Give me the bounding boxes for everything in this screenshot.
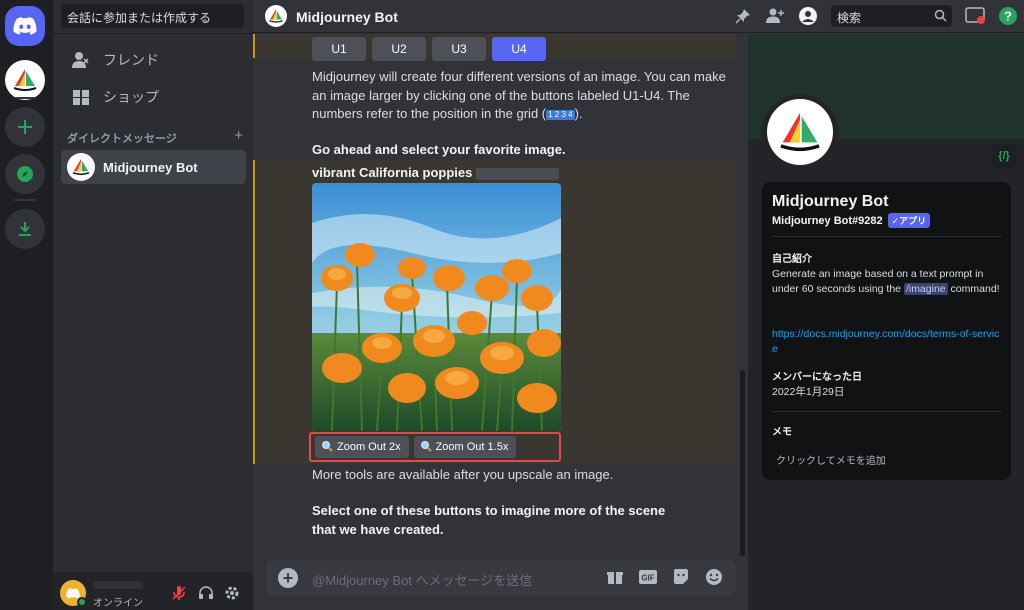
download-apps-button[interactable] xyxy=(5,209,45,249)
magnifier-icon xyxy=(420,440,432,455)
discord-logo-icon xyxy=(66,587,80,599)
about-me-text: Generate an image based on a text prompt… xyxy=(772,268,1000,295)
inbox-icon[interactable] xyxy=(965,6,985,26)
sailboat-icon xyxy=(72,158,90,176)
upscale-u2-button[interactable]: U2 xyxy=(372,37,426,61)
find-conversation-input[interactable]: 会話に参加または作成する xyxy=(61,4,244,28)
user-panel: オンライン xyxy=(53,572,253,610)
channel-title: Midjourney Bot xyxy=(296,9,398,25)
message-text-bold: Go ahead and select your favorite image. xyxy=(312,142,566,157)
upscale-u1-button[interactable]: U1 xyxy=(312,37,366,61)
mute-icon[interactable] xyxy=(170,584,188,602)
composer-input[interactable]: @Midjourney Bot へメッセージを送信 xyxy=(312,570,532,589)
profile-tag: Midjourney Bot#9282 xyxy=(772,214,883,227)
server-rail xyxy=(0,0,53,610)
message-composer[interactable]: + @Midjourney Bot へメッセージを送信 GIF xyxy=(266,560,736,595)
zoom-out-button-row: Zoom Out 2x Zoom Out 1.5x xyxy=(309,432,561,462)
nav-shop-label: ショップ xyxy=(103,89,159,105)
profile-avatar[interactable] xyxy=(762,94,838,170)
note-label: メモ xyxy=(772,427,792,438)
svg-text:GIF: GIF xyxy=(641,574,654,583)
user-profile-toggle-icon[interactable] xyxy=(798,6,818,26)
friends-icon xyxy=(69,48,93,72)
upscale-u4-button[interactable]: U4 xyxy=(492,37,546,61)
profile-name: Midjourney Bot xyxy=(772,193,889,210)
add-server-button[interactable] xyxy=(5,107,45,147)
nav-friends-label: フレンド xyxy=(103,52,159,68)
explore-servers-button[interactable] xyxy=(5,154,45,194)
rail-divider xyxy=(14,97,36,99)
nav-friends[interactable]: フレンド xyxy=(61,43,245,77)
magnifier-icon xyxy=(321,440,333,455)
zoom-out-1-5x-button[interactable]: Zoom Out 1.5x xyxy=(413,436,517,458)
about-me-label: 自己紹介 xyxy=(772,254,812,265)
imagine-command[interactable]: /imagine xyxy=(903,283,948,295)
search-icon xyxy=(934,9,947,25)
message-text: More tools are available after you upsca… xyxy=(312,467,614,482)
compass-icon xyxy=(17,166,33,182)
upload-plus-icon[interactable]: + xyxy=(278,568,298,588)
message-list: U1 U2 U3 U4 Midjourney will create four … xyxy=(253,34,748,610)
message-text-bold: Select one of these buttons to imagine m… xyxy=(312,503,666,537)
profile-tag-row: Midjourney Bot#9282 ✓アプリ xyxy=(772,213,931,228)
dm-header-label: ダイレクトメッセージ xyxy=(67,133,177,145)
upscale-u3-button[interactable]: U3 xyxy=(432,37,486,61)
developer-badge-icon[interactable]: {/} xyxy=(992,144,1016,168)
dm-sidebar: 会話に参加または作成する フレンド ショップ ダイレクトメッセージ + Midj… xyxy=(53,0,253,610)
user-status: オンライン xyxy=(93,598,143,609)
header-search-input[interactable]: 検索 xyxy=(831,5,952,27)
server-midjourney-icon[interactable] xyxy=(5,60,45,100)
username-redacted xyxy=(93,581,143,589)
sailboat-icon xyxy=(780,112,820,152)
svg-text:?: ? xyxy=(1004,9,1012,24)
message-text: Midjourney will create four different ve… xyxy=(312,69,726,121)
discord-home-button[interactable] xyxy=(5,6,45,46)
help-icon[interactable]: ? xyxy=(998,6,1018,26)
zoom-out-1-5x-label: Zoom Out 1.5x xyxy=(435,441,509,453)
prompt-text: vibrant California poppies xyxy=(312,164,560,183)
avatar xyxy=(67,153,95,181)
dm-section-header: ダイレクトメッセージ + xyxy=(67,127,243,146)
gift-icon[interactable] xyxy=(605,567,625,587)
app-badge: ✓アプリ xyxy=(887,213,931,228)
shop-icon xyxy=(69,85,93,109)
rail-divider xyxy=(14,199,36,201)
chat-scrollbar[interactable] xyxy=(740,370,745,556)
terms-link[interactable]: https://docs.midjourney.com/docs/terms-o… xyxy=(772,327,1004,357)
gif-icon[interactable]: GIF xyxy=(638,567,658,587)
discord-logo-icon xyxy=(13,17,37,35)
pin-icon[interactable] xyxy=(733,6,753,26)
sticker-icon[interactable] xyxy=(671,567,691,587)
plus-icon xyxy=(18,120,32,134)
zoom-out-2x-label: Zoom Out 2x xyxy=(337,441,401,453)
member-since-label: メンバーになった日 xyxy=(772,372,862,383)
profile-card: Midjourney Bot Midjourney Bot#9282 ✓アプリ … xyxy=(762,182,1011,480)
download-icon xyxy=(19,222,31,236)
sailboat-icon xyxy=(13,69,37,91)
dm-item-midjourney-bot[interactable]: Midjourney Bot xyxy=(61,150,246,184)
user-profile-panel: {/} Midjourney Bot Midjourney Bot#9282 ✓… xyxy=(748,34,1024,610)
member-since-date: 2022年1月29日 xyxy=(772,386,845,398)
create-dm-button[interactable]: + xyxy=(234,127,243,146)
divider xyxy=(772,411,1001,412)
redacted-mention xyxy=(476,167,560,180)
dm-item-name: Midjourney Bot xyxy=(103,159,198,175)
add-friends-to-dm-icon[interactable] xyxy=(765,6,785,26)
divider xyxy=(53,33,253,34)
zoom-out-2x-button[interactable]: Zoom Out 2x xyxy=(315,436,409,458)
nav-shop[interactable]: ショップ xyxy=(61,80,245,114)
header-search-placeholder: 検索 xyxy=(837,11,862,25)
header-avatar xyxy=(265,5,287,27)
channel-header: Midjourney Bot 検索 ? xyxy=(253,0,1024,33)
emoji-icon[interactable] xyxy=(704,567,724,587)
divider xyxy=(772,236,1001,237)
online-status-dot xyxy=(77,597,87,607)
note-input[interactable]: クリックしてメモを追加 xyxy=(776,452,886,467)
sailboat-icon xyxy=(269,9,283,23)
settings-gear-icon[interactable] xyxy=(223,584,241,602)
upscale-button-row: U1 U2 U3 U4 xyxy=(312,37,546,61)
headphones-icon[interactable] xyxy=(197,584,215,602)
grid-number-emoji: 1 2 3 4 xyxy=(546,109,575,120)
generated-image[interactable] xyxy=(312,183,561,431)
